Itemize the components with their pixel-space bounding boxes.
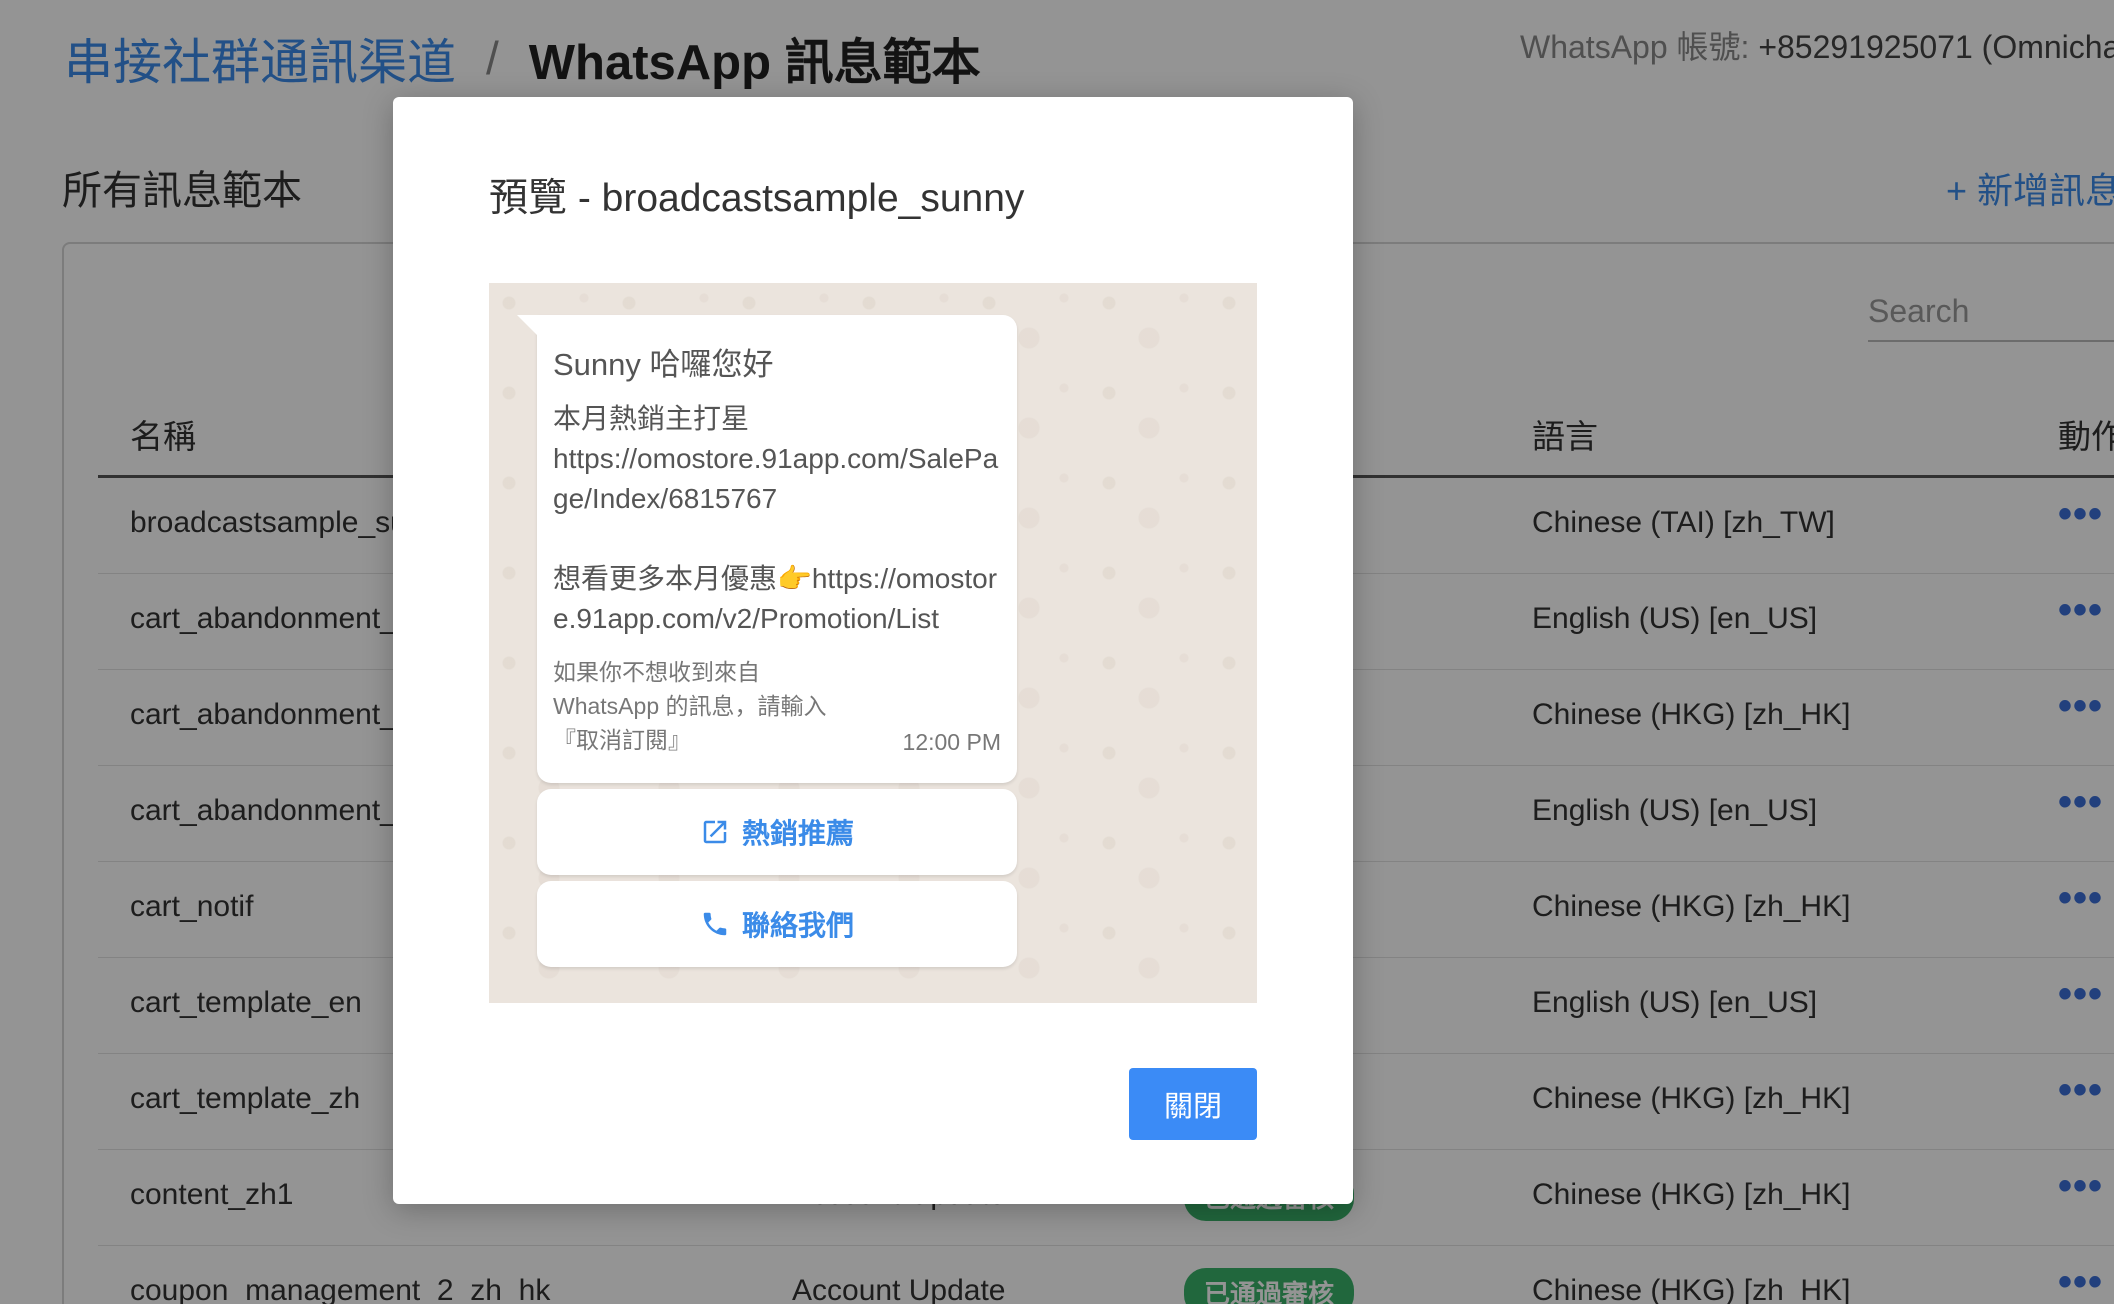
contact-us-button[interactable]: 聯絡我們 [537, 881, 1017, 967]
message-time: 12:00 PM [902, 729, 1001, 755]
external-link-icon [700, 817, 730, 847]
message-body: 本月熱銷主打星 https://omostore.91app.com/SaleP… [553, 403, 999, 634]
modal-title: 預覽 - broadcastsample_sunny [489, 177, 1025, 220]
hot-sales-button[interactable]: 熱銷推薦 [537, 789, 1017, 875]
hot-sales-label: 熱銷推薦 [741, 818, 854, 849]
bubble-tail [517, 315, 537, 335]
message-bubble: Sunny 哈囉您好 本月熱銷主打星 https://omostore.91ap… [517, 315, 1017, 783]
phone-icon [700, 909, 730, 939]
preview-modal: 預覽 - broadcastsample_sunny Sunny 哈囉您好 本月… [393, 97, 1353, 1204]
contact-us-label: 聯絡我們 [741, 910, 854, 941]
close-button[interactable]: 關閉 [1129, 1068, 1257, 1140]
message-header: Sunny 哈囉您好 [553, 347, 774, 382]
message-footer: 如果你不想收到來自 WhatsApp 的訊息，請輸入 『取消訂閱』 [553, 659, 827, 753]
chat-preview: Sunny 哈囉您好 本月熱銷主打星 https://omostore.91ap… [489, 283, 1257, 1003]
